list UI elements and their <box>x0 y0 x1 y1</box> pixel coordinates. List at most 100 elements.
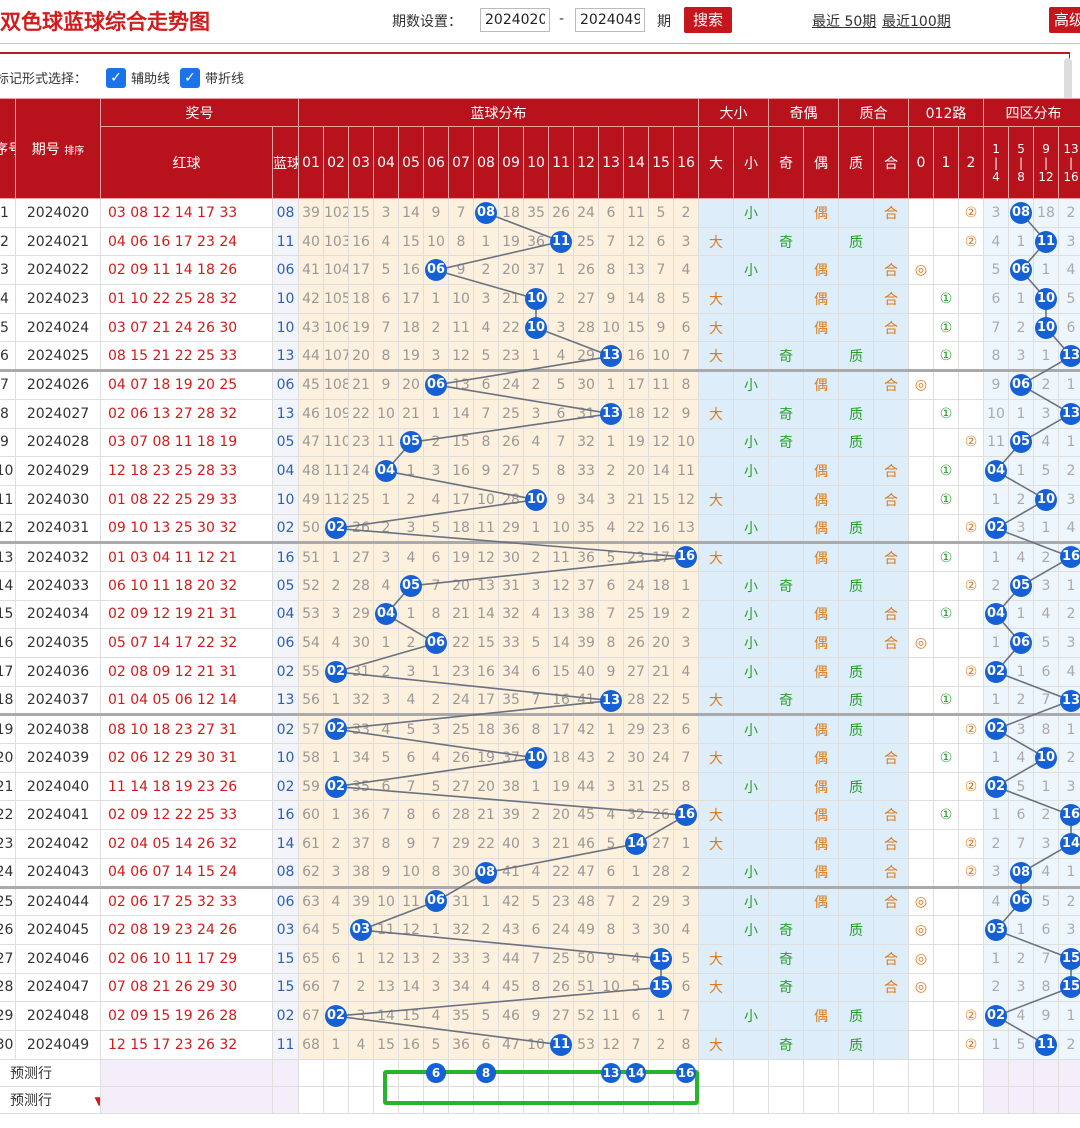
advanced-button[interactable]: 高级 <box>1049 7 1080 33</box>
predict-ball[interactable]: 13 <box>601 1062 621 1083</box>
row-num-1: 58 <box>298 743 324 773</box>
row-index: 3 <box>0 255 16 286</box>
row-num-9: 43 <box>498 915 524 945</box>
row-zone-1: 1 <box>983 541 1010 572</box>
row-small: 小 <box>733 1001 769 1031</box>
row-num-15 <box>648 943 674 974</box>
row-odd <box>768 484 804 515</box>
row-num-4: 6 <box>373 284 399 314</box>
row-zone-2: 1 <box>1008 599 1035 630</box>
row-num-16: 5 <box>673 685 699 716</box>
sort-button[interactable]: 排序 <box>64 146 84 157</box>
table-row: 25202404402 06 17 25 32 3306634391011311… <box>0 885 1080 917</box>
row-num-5: 15 <box>398 1001 424 1031</box>
row-zone-1: 1 <box>983 800 1010 831</box>
row-num-2: 111 <box>323 456 349 486</box>
row-zone-1: 1 <box>983 628 1010 658</box>
row-num-12: 29 <box>573 341 599 372</box>
search-button[interactable]: 搜索 <box>684 7 732 33</box>
row-route-1 <box>933 369 959 400</box>
row-even: 偶 <box>803 743 839 773</box>
period-from-input[interactable] <box>480 8 550 32</box>
row-num-3: 3 <box>348 1001 374 1031</box>
row-num-16: 3 <box>673 628 699 658</box>
head-num-03: 03 <box>348 126 374 199</box>
page-title: 双色球蓝球综合走势图 <box>0 9 210 34</box>
period-to-input[interactable] <box>575 8 645 32</box>
row-num-7: 31 <box>448 885 474 917</box>
row-num-4: 3 <box>373 541 399 572</box>
row-num-3: 25 <box>348 484 374 515</box>
row-num-7: 17 <box>448 484 474 515</box>
head-attr-0: 大 <box>698 126 734 199</box>
row-odd <box>768 628 804 658</box>
row-period: 2024025 <box>15 341 101 372</box>
predict-attr <box>908 1058 934 1087</box>
row-num-14: 14 <box>623 284 649 314</box>
row-index: 15 <box>0 599 16 630</box>
table-row: 3 2024022 02 09 11 14 18 26 06 41 104 17 5 16 9 2 2… <box>0 255 1080 286</box>
row-zone-2: 1 <box>1008 915 1035 945</box>
predict-ball[interactable]: 6 <box>426 1062 446 1083</box>
row-zone-1: 8 <box>983 341 1010 372</box>
row-num-7: 26 <box>448 743 474 773</box>
predict-attr <box>768 1058 804 1087</box>
row-zone-3: 3 <box>1033 398 1060 429</box>
predict-ball[interactable]: 8 <box>476 1062 496 1083</box>
row-num-14: 6 <box>623 1001 649 1031</box>
row-num-16: 5 <box>673 284 699 314</box>
predict-ball[interactable]: 14 <box>626 1062 646 1083</box>
row-num-14: 29 <box>623 713 649 745</box>
row-num-7: 14 <box>448 398 474 429</box>
row-num-8: 12 <box>473 541 499 572</box>
row-index: 28 <box>0 972 16 1003</box>
aux-line-checkbox[interactable]: ✓ <box>106 68 126 88</box>
row-num-8: 5 <box>473 1001 499 1031</box>
row-zone-2: 3 <box>1008 513 1035 544</box>
recent-100-link[interactable]: 最近100期 <box>882 11 951 31</box>
row-odd <box>768 743 804 773</box>
row-num-4: 3 <box>373 685 399 716</box>
row-period: 2024030 <box>15 484 101 515</box>
row-num-5: 19 <box>398 341 424 372</box>
predict-ball[interactable]: 16 <box>676 1062 696 1083</box>
row-num-10: 10 <box>523 1029 549 1060</box>
row-num-15: 19 <box>648 599 674 630</box>
row-blue-ball: 08 <box>272 857 299 888</box>
row-odd <box>768 885 804 917</box>
row-zone-4: 2 <box>1058 1029 1080 1060</box>
head-prime: 质合 <box>838 98 909 127</box>
fold-line-checkbox[interactable]: ✓ <box>180 68 200 88</box>
row-odd <box>768 541 804 572</box>
row-prime: 质 <box>838 713 874 745</box>
row-odd <box>768 771 804 802</box>
row-odd <box>768 312 804 343</box>
row-prime <box>838 484 874 515</box>
row-num-10: 4 <box>523 857 549 888</box>
row-period: 2024046 <box>15 943 101 974</box>
row-red-balls: 04 07 18 19 20 25 <box>100 369 273 400</box>
row-num-15: 21 <box>648 657 674 687</box>
row-zone-4: 3 <box>1058 226 1080 257</box>
row-blue-ball: 02 <box>272 513 299 544</box>
table-row: 24202404304 06 07 14 15 2408623389108304… <box>0 857 1080 888</box>
head-route: 012路 <box>907 98 985 127</box>
fold-line-label: 带折线 <box>205 72 245 87</box>
row-zone-2: 4 <box>1008 743 1035 773</box>
row-odd: 奇 <box>768 915 804 945</box>
recent-50-link[interactable]: 最近 50期 <box>812 11 876 31</box>
row-num-4: 11 <box>373 915 399 945</box>
head-num-06: 06 <box>423 126 449 199</box>
row-even: 偶 <box>803 713 839 745</box>
row-index: 1 <box>0 198 16 228</box>
predict-arrow-icon[interactable]: ▼ <box>94 1094 99 1108</box>
row-composite <box>873 685 909 716</box>
row-num-15: 5 <box>648 198 674 228</box>
row-big <box>698 198 734 228</box>
row-zone-4: 3 <box>1058 628 1080 658</box>
predict-num-3 <box>348 1085 374 1114</box>
row-num-3: 28 <box>348 570 374 601</box>
row-even: 偶 <box>803 312 839 343</box>
table-row: 30202404912 15 17 23 26 3211681415165366… <box>0 1029 1080 1060</box>
row-big <box>698 1001 734 1031</box>
